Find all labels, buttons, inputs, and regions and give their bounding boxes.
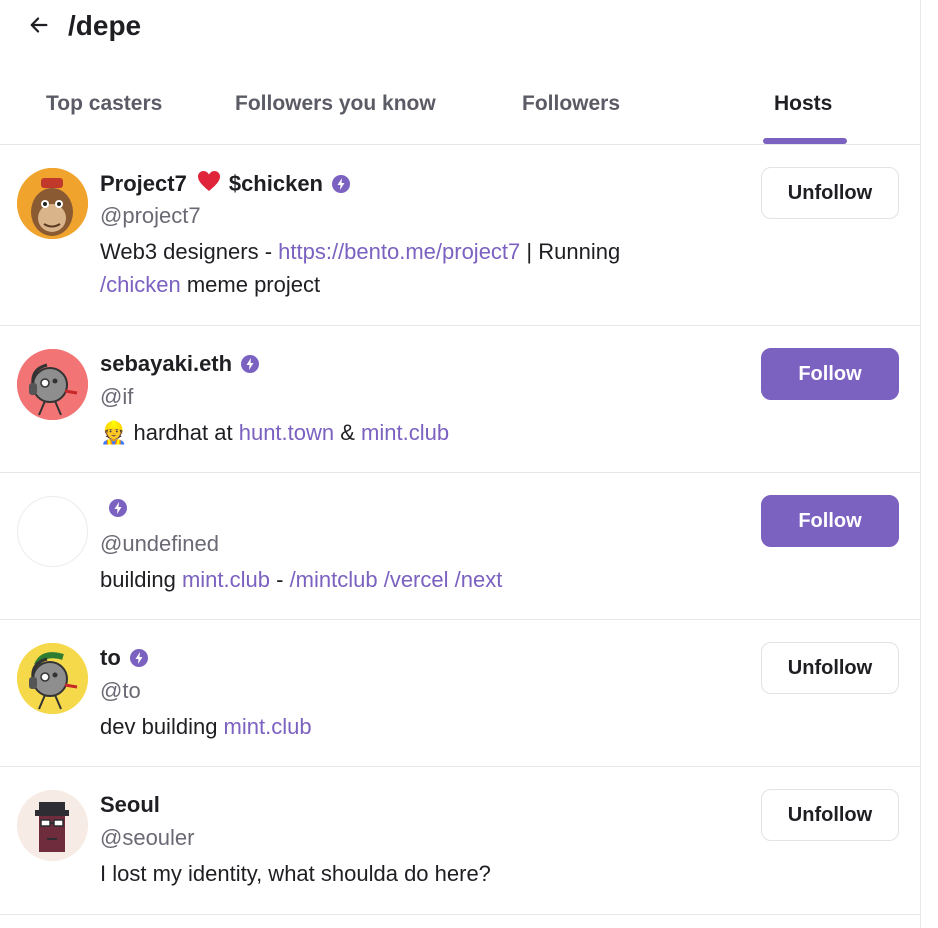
user-handle[interactable]: @to bbox=[100, 678, 141, 704]
user-name-line: Project7 $chicken bbox=[100, 170, 351, 198]
tab-bar: Top casters Followers you know Followers… bbox=[0, 78, 921, 145]
user-name[interactable]: sebayaki.eth bbox=[100, 351, 232, 377]
list-item[interactable]: Project7 $chicken @project7 Web3 designe… bbox=[0, 145, 921, 326]
user-bio-line: 👷 hardhat at hunt.town & mint.club bbox=[100, 416, 449, 449]
user-name[interactable]: Project7 bbox=[100, 171, 187, 197]
list-item[interactable]: to @to dev building mint.club Unfollow bbox=[0, 620, 921, 767]
arrow-left-icon bbox=[30, 17, 48, 33]
avatar[interactable] bbox=[17, 496, 88, 567]
user-bio-line: building mint.club - /mintclub /vercel /… bbox=[100, 563, 502, 596]
bio-text: dev building bbox=[100, 714, 224, 739]
bio-text: meme project bbox=[180, 272, 321, 297]
user-name-line: to bbox=[100, 645, 149, 671]
user-bio-line: I lost my identity, what shoulda do here… bbox=[100, 857, 491, 890]
page-header: /depe bbox=[0, 0, 921, 60]
bio-text: Web3 designers - bbox=[100, 239, 279, 264]
user-name-line: Seoul bbox=[100, 792, 160, 818]
avatar[interactable] bbox=[17, 168, 88, 239]
bio-link[interactable]: https://bento.me/project7 bbox=[278, 239, 520, 264]
page-title: /depe bbox=[68, 10, 142, 41]
robot-avatar-icon bbox=[17, 643, 88, 714]
user-handle[interactable]: @if bbox=[100, 384, 133, 410]
bio-link[interactable]: mint.club bbox=[361, 420, 449, 445]
unfollow-button[interactable]: Unfollow bbox=[761, 642, 899, 694]
list-item[interactable]: @undefined building mint.club - /mintclu… bbox=[0, 473, 921, 620]
pixel-punk-avatar-icon bbox=[17, 790, 88, 861]
back-button[interactable] bbox=[26, 12, 52, 38]
unfollow-button[interactable]: Unfollow bbox=[761, 167, 899, 219]
user-bio-line: Web3 designers - https://bento.me/projec… bbox=[100, 235, 620, 268]
tab-followers[interactable]: Followers bbox=[522, 92, 620, 116]
tab-top-casters[interactable]: Top casters bbox=[46, 92, 162, 116]
follow-button[interactable]: Follow bbox=[761, 348, 899, 400]
bio-link[interactable]: mint.club bbox=[224, 714, 312, 739]
avatar[interactable] bbox=[17, 349, 88, 420]
user-handle[interactable]: @undefined bbox=[100, 531, 219, 557]
user-bio-line: dev building mint.club bbox=[100, 710, 312, 743]
channel-links[interactable]: /mintclub /vercel /next bbox=[290, 567, 503, 592]
user-handle[interactable]: @project7 bbox=[100, 203, 201, 229]
channel-link[interactable]: /chicken bbox=[100, 272, 181, 297]
user-bio-line: /chicken meme project bbox=[100, 268, 320, 301]
user-name-suffix: $chicken bbox=[228, 171, 323, 196]
ape-avatar-icon bbox=[17, 168, 88, 239]
bio-link[interactable]: hunt.town bbox=[239, 420, 334, 445]
avatar[interactable] bbox=[17, 790, 88, 861]
unfollow-button[interactable]: Unfollow bbox=[761, 789, 899, 841]
list-item[interactable]: Seoul @seouler I lost my identity, what … bbox=[0, 767, 921, 915]
followers-panel: /depe Top casters Followers you know Fol… bbox=[0, 0, 921, 928]
tab-followers-you-know[interactable]: Followers you know bbox=[235, 92, 436, 116]
follow-button[interactable]: Follow bbox=[761, 495, 899, 547]
construction-worker-icon: 👷 bbox=[100, 420, 128, 445]
bio-text: | Running bbox=[520, 239, 621, 264]
heart-icon bbox=[197, 170, 221, 198]
user-name[interactable]: to bbox=[100, 645, 121, 671]
verified-badge-icon bbox=[108, 498, 128, 518]
user-name[interactable]: Seoul bbox=[100, 792, 160, 818]
verified-badge-icon bbox=[331, 174, 351, 194]
bio-text: & bbox=[334, 420, 362, 445]
user-name-line: sebayaki.eth bbox=[100, 351, 260, 377]
active-tab-indicator bbox=[763, 138, 847, 144]
user-name-line bbox=[100, 498, 128, 518]
bio-text: I lost my identity, what shoulda do here… bbox=[100, 861, 491, 886]
avatar[interactable] bbox=[17, 643, 88, 714]
robot-avatar-icon bbox=[17, 349, 88, 420]
list-item[interactable]: sebayaki.eth @if 👷 hardhat at hunt.town … bbox=[0, 326, 921, 473]
tab-hosts[interactable]: Hosts bbox=[774, 92, 832, 116]
bio-text: hardhat at bbox=[127, 420, 239, 445]
bio-text: - bbox=[270, 567, 290, 592]
user-handle[interactable]: @seouler bbox=[100, 825, 195, 851]
bio-text: building bbox=[100, 567, 182, 592]
bio-link[interactable]: mint.club bbox=[182, 567, 270, 592]
verified-badge-icon bbox=[129, 648, 149, 668]
verified-badge-icon bbox=[240, 354, 260, 374]
